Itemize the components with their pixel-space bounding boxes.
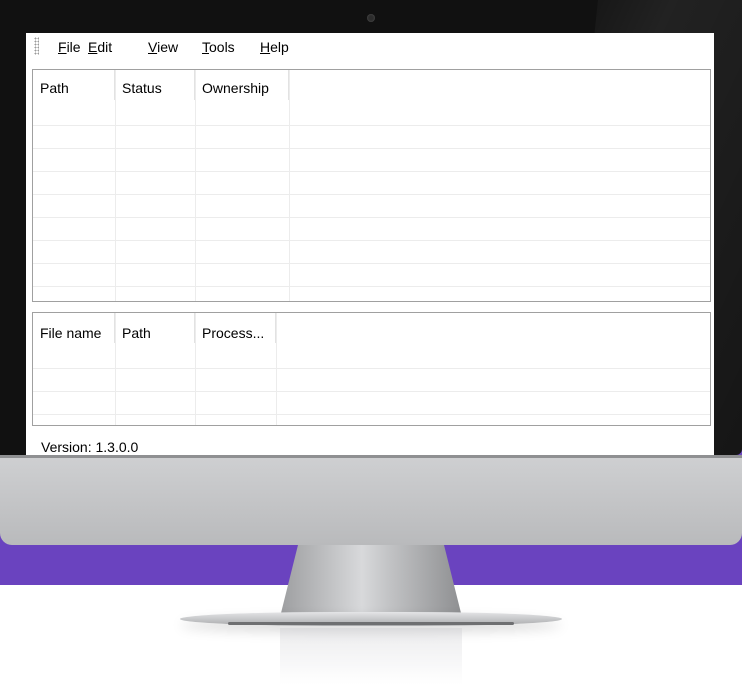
column-header-status[interactable]: Status: [115, 70, 195, 100]
version-label: Version: 1.3.0.0: [41, 439, 139, 455]
column-header-file-name[interactable]: File name: [33, 313, 115, 343]
column-header-file-path[interactable]: Path: [115, 313, 195, 343]
column-header-path[interactable]: Path: [33, 70, 115, 100]
locks-table-header: Path Status Ownership: [33, 70, 289, 100]
menu-edit[interactable]: Edit: [88, 39, 112, 55]
base-shadow: [228, 622, 514, 625]
chin-divider: [0, 455, 742, 458]
monitor-chin: [0, 455, 742, 545]
monitor-stand: [280, 545, 462, 617]
files-table-header: File name Path Process...: [33, 313, 276, 343]
menu-file[interactable]: File: [58, 39, 81, 55]
menu-bar: File Edit View Tools Help: [26, 33, 714, 59]
webcam-icon: [367, 14, 375, 22]
column-header-ownership[interactable]: Ownership: [195, 70, 289, 100]
app-window: File Edit View Tools Help Path Status Ow…: [26, 33, 714, 455]
menu-view[interactable]: View: [148, 39, 178, 55]
locks-table[interactable]: Path Status Ownership: [32, 69, 711, 302]
column-header-process[interactable]: Process...: [195, 313, 276, 343]
menu-grip-icon[interactable]: [34, 37, 39, 55]
stand-reflection: [280, 628, 462, 685]
files-table[interactable]: File name Path Process...: [32, 312, 711, 426]
menu-tools[interactable]: Tools: [202, 39, 235, 55]
menu-help[interactable]: Help: [260, 39, 289, 55]
